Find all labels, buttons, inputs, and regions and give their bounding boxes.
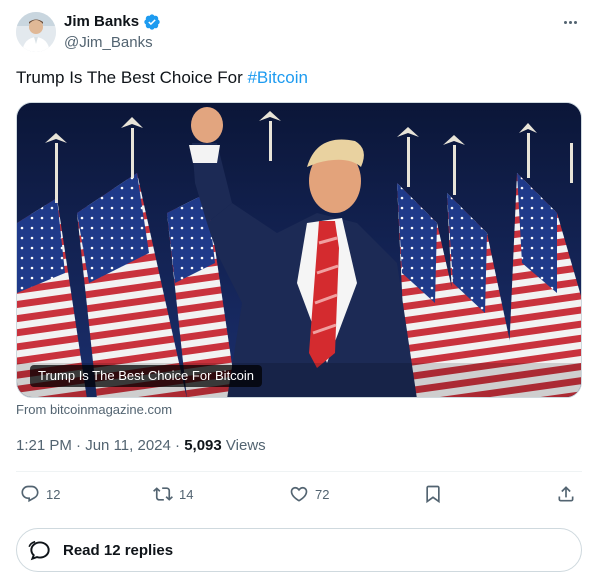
tweet-date[interactable]: Jun 11, 2024 [85,437,171,454]
tweet-text-body: Trump Is The Best Choice For [16,68,248,87]
more-icon-dot [573,20,577,24]
avatar[interactable] [16,12,56,52]
reply-icon [21,485,39,503]
divider [16,471,582,472]
media-caption: Trump Is The Best Choice For Bitcoin [30,365,263,387]
avatar-image [16,12,56,52]
tweet-time[interactable]: 1:21 PM [16,437,72,454]
meta-separator: · [175,437,181,454]
more-icon [563,20,567,24]
reply-count: 12 [46,486,61,502]
hashtag-link[interactable]: #Bitcoin [247,68,307,87]
chat-bubble-icon [28,540,50,561]
read-replies-button[interactable]: Read 12 replies [16,528,582,572]
repost-count: 14 [179,486,194,502]
author-display-name[interactable]: Jim Banks [64,12,139,32]
repost-icon [153,487,173,501]
link-source[interactable]: From bitcoinmagazine.com [16,402,172,418]
read-replies-label: Read 12 replies [63,541,174,559]
views-count: 5,093 [184,437,222,454]
views-label: Views [225,437,266,454]
verified-badge-icon [143,13,161,31]
reply-button[interactable]: 12 [20,484,60,504]
like-count: 72 [315,486,330,502]
media-card[interactable]: Trump Is The Best Choice For Bitcoin [16,102,582,398]
more-icon-dot [568,20,572,24]
author-name-row: Jim Banks [64,12,161,32]
bookmark-button[interactable] [423,484,443,504]
action-bar: 12 14 72 [16,484,582,512]
author-handle[interactable]: @Jim_Banks [64,33,153,53]
repost-button[interactable]: 14 [153,484,193,504]
bookmark-icon [426,485,440,504]
meta-separator: · [76,437,82,454]
tweet-text: Trump Is The Best Choice For #Bitcoin [16,66,308,90]
tweet-meta: 1:21 PM · Jun 11, 2024 · 5,093 Views [16,436,266,456]
more-options-button[interactable] [558,12,582,32]
media-image [17,103,581,397]
share-button[interactable] [556,484,576,504]
share-icon [558,486,574,502]
like-button[interactable]: 72 [289,484,329,504]
heart-icon [290,486,308,502]
